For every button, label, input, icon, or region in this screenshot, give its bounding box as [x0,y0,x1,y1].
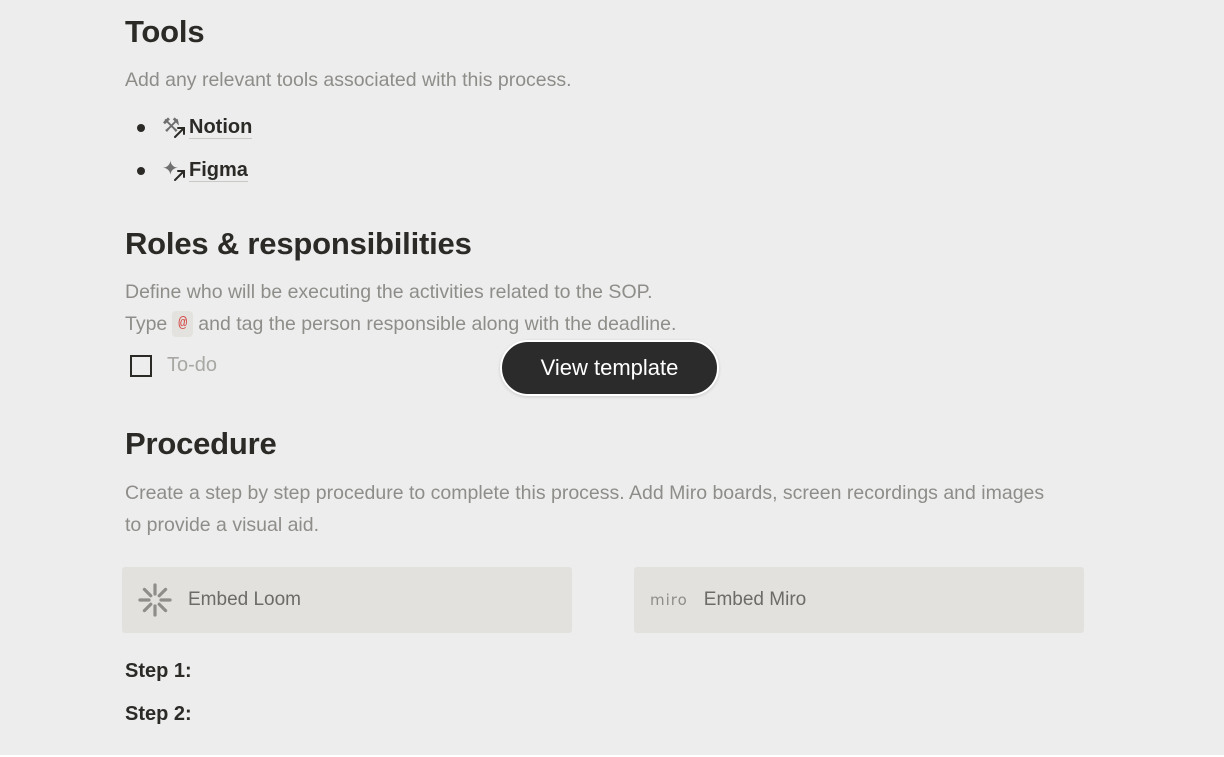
step-1-label: Step 1: [125,660,192,682]
embed-loom-label: Embed Loom [188,589,302,610]
roles-description-line1: Define who will be executing the activit… [125,281,653,303]
list-item[interactable]: ⚒ Notion [125,106,253,149]
procedure-description: Create a step by step procedure to compl… [125,482,1045,536]
page: Tools Add any relevant tools associated … [0,0,1224,757]
bullet-icon [137,124,145,132]
tool-list: ⚒ Notion ✦ Figma [125,106,253,192]
mention-code-chip: @ [172,311,194,337]
view-template-button[interactable]: View template [500,340,719,396]
roles-description-line2: Type @ and tag the person responsible al… [125,308,676,340]
roles-description-suffix: and tag the person responsible along wit… [198,313,677,335]
miro-logo-icon: miro [650,591,688,609]
hammer-and-wrench-icon: ⚒ [162,115,188,141]
todo-placeholder[interactable]: To-do [167,354,217,377]
satellite-icon: ✦ [162,158,188,184]
tool-link-notion[interactable]: Notion [189,116,253,139]
tool-link-figma[interactable]: Figma [189,159,248,182]
procedure-heading: Procedure [125,426,277,461]
embed-loom-button[interactable]: Embed Loom [122,567,572,633]
roles-description-prefix: Type [125,313,168,335]
todo-checkbox[interactable] [130,354,152,377]
link-arrow-icon [174,169,185,181]
loom-icon [138,583,172,617]
embed-miro-label: Embed Miro [703,589,807,610]
todo-item: To-do [125,354,217,377]
tools-description: Add any relevant tools associated with t… [125,69,572,91]
list-item[interactable]: ✦ Figma [125,149,252,192]
embed-miro-button[interactable]: miro Embed Miro [634,567,1084,633]
tools-heading: Tools [125,14,205,49]
step-2-label: Step 2: [125,703,192,725]
link-arrow-icon [174,126,185,138]
bullet-icon [137,167,145,175]
roles-heading: Roles & responsibilities [125,226,472,261]
